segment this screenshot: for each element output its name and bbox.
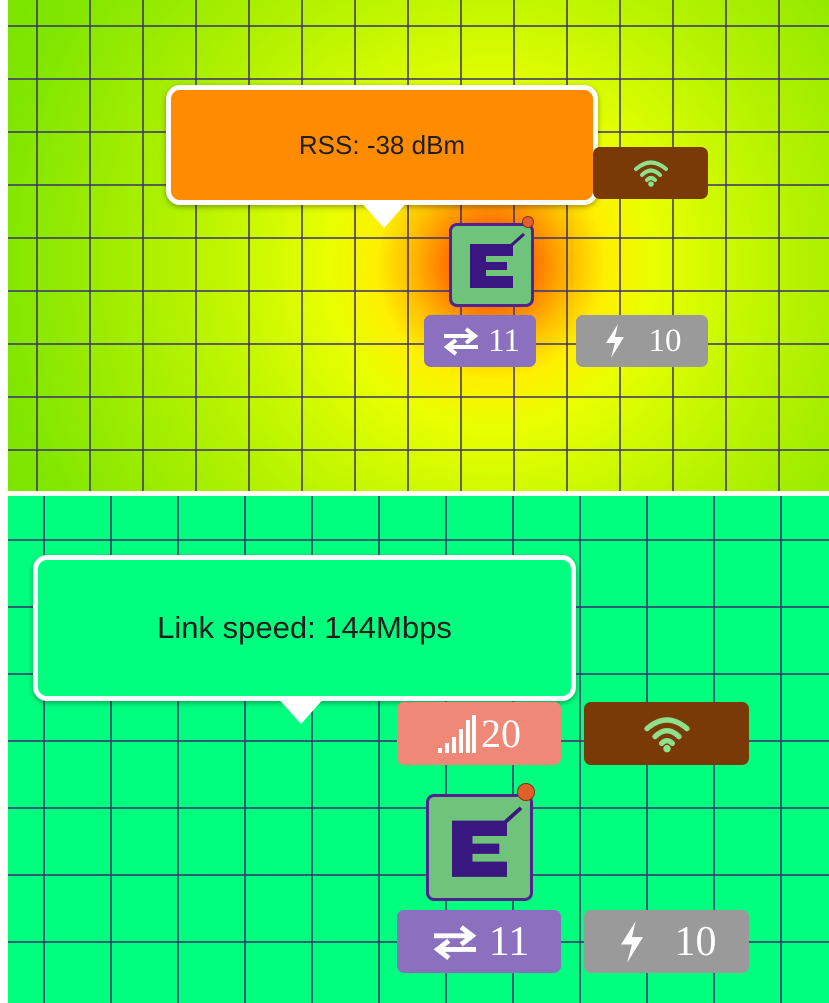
power-value: 10 [674,918,717,965]
rss-tooltip: RSS: -38 dBm [166,85,598,228]
link-speed-panel[interactable]: Link speed: 144Mbps 20 11 10 [8,496,829,1003]
transfer-arrows-icon [433,924,477,960]
access-point[interactable] [449,216,534,307]
clients-badge[interactable]: 11 [397,910,561,973]
tooltip-pointer [276,696,326,724]
floor-grid [8,0,829,491]
power-badge[interactable]: 10 [576,315,708,367]
tooltip-pointer [359,200,409,228]
rss-tooltip-text: RSS: -38 dBm [298,129,466,160]
clients-badge[interactable]: 11 [424,315,536,367]
signal-badge[interactable]: 20 [397,702,561,765]
link-speed-tooltip-text: Link speed: 144Mbps [157,610,452,645]
signal-value: 20 [481,711,521,756]
rss-heatmap-panel[interactable]: RSS: -38 dBm 11 10 [8,0,829,491]
extreme-logo-icon [470,232,526,288]
lightning-icon [620,920,643,963]
extreme-logo-icon [452,806,523,877]
clients-count: 11 [488,322,520,359]
power-value: 10 [648,322,682,359]
wifi-badge[interactable] [593,147,708,199]
lightning-icon [605,324,624,358]
wifi-icon [643,716,690,752]
clients-count: 11 [488,918,530,965]
ap-status-dot [522,216,534,228]
ap-status-dot [517,783,535,801]
wifi-icon [633,160,668,187]
transfer-arrows-icon [443,327,479,356]
signal-bars-icon [438,714,476,753]
access-point[interactable] [426,783,535,901]
wifi-badge[interactable] [584,702,749,765]
power-badge[interactable]: 10 [584,910,749,973]
link-speed-tooltip: Link speed: 144Mbps [33,555,576,724]
